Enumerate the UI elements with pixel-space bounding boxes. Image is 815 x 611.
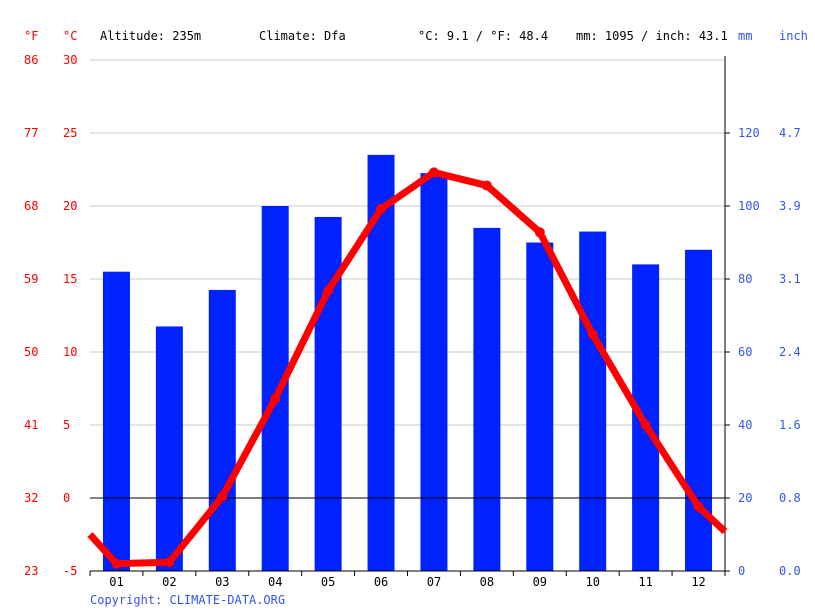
mm-tick-label: 120 bbox=[738, 126, 760, 140]
celsius-tick-label: 20 bbox=[63, 199, 77, 213]
celsius-tick-label: 15 bbox=[63, 272, 77, 286]
month-tick-label: 04 bbox=[268, 575, 282, 589]
average-temperature-label: °C: 9.1 / °F: 48.4 bbox=[418, 29, 548, 43]
month-tick-label: 12 bbox=[691, 575, 705, 589]
fahrenheit-tick-label: 32 bbox=[24, 491, 38, 505]
month-tick-label: 09 bbox=[533, 575, 547, 589]
month-tick-label: 07 bbox=[427, 575, 441, 589]
precipitation-bar bbox=[155, 326, 183, 571]
temperature-point bbox=[323, 285, 334, 296]
inch-tick-label: 1.6 bbox=[779, 418, 801, 432]
precipitation-bar bbox=[526, 242, 554, 571]
altitude-label: Altitude: 235m bbox=[100, 29, 201, 43]
unit-mm-label: mm bbox=[738, 29, 752, 43]
mm-tick-label: 0 bbox=[738, 564, 745, 578]
fahrenheit-tick-label: 59 bbox=[24, 272, 38, 286]
temperature-point bbox=[640, 420, 651, 430]
precipitation-bar bbox=[261, 206, 289, 571]
temperature-point bbox=[428, 167, 439, 178]
month-tick-label: 02 bbox=[162, 575, 176, 589]
month-tick-label: 11 bbox=[638, 575, 652, 589]
inch-tick-label: 2.4 bbox=[779, 345, 801, 359]
temperature-point bbox=[534, 227, 545, 238]
precipitation-bar bbox=[632, 264, 660, 571]
temperature-line bbox=[87, 168, 728, 568]
fahrenheit-tick-label: 50 bbox=[24, 345, 38, 359]
mm-tick-label: 80 bbox=[738, 272, 752, 286]
precipitation-bar bbox=[102, 271, 130, 571]
mm-tick-label: 100 bbox=[738, 199, 760, 213]
precipitation-bar bbox=[685, 249, 713, 572]
temperature-point bbox=[693, 501, 704, 512]
inch-tick-label: 0.0 bbox=[779, 564, 801, 578]
inch-tick-label: 0.8 bbox=[779, 491, 801, 505]
month-tick-label: 05 bbox=[321, 575, 335, 589]
mm-tick-label: 20 bbox=[738, 491, 752, 505]
precipitation-bar bbox=[579, 231, 607, 572]
precipitation-bar bbox=[420, 173, 448, 571]
month-tick-label: 01 bbox=[109, 575, 123, 589]
unit-inch-label: inch bbox=[779, 29, 808, 43]
fahrenheit-tick-label: 77 bbox=[24, 126, 38, 140]
precipitation-total-label: mm: 1095 / inch: 43.1 bbox=[576, 29, 728, 43]
temperature-point bbox=[217, 491, 228, 502]
inch-tick-label: 4.7 bbox=[779, 126, 801, 140]
precipitation-bar bbox=[473, 227, 501, 571]
climate-chart: 30862577206815591050541032-52301 02 03 04 05… bbox=[24, 29, 808, 607]
precipitation-bar bbox=[208, 289, 236, 571]
temperature-point bbox=[376, 203, 387, 214]
temperature-point bbox=[164, 557, 175, 568]
celsius-tick-label: 25 bbox=[63, 126, 77, 140]
temperature-point bbox=[481, 180, 492, 191]
unit-celsius-label: °C bbox=[63, 29, 77, 43]
inch-tick-label: 3.1 bbox=[779, 272, 801, 286]
fahrenheit-tick-label: 68 bbox=[24, 199, 38, 213]
mm-tick-label: 40 bbox=[738, 418, 752, 432]
fahrenheit-tick-label: 41 bbox=[24, 418, 38, 432]
inch-tick-label: 3.9 bbox=[779, 199, 801, 213]
celsius-tick-label: -5 bbox=[63, 564, 77, 578]
month-tick-label: 03 bbox=[215, 575, 229, 589]
celsius-tick-label: 30 bbox=[63, 53, 77, 67]
month-tick-label: 10 bbox=[585, 575, 599, 589]
celsius-tick-label: 10 bbox=[63, 345, 77, 359]
copyright-link[interactable]: Copyright: CLIMATE-DATA.ORG bbox=[90, 593, 285, 607]
month-tick-label: 08 bbox=[480, 575, 494, 589]
fahrenheit-tick-label: 23 bbox=[24, 564, 38, 578]
temperature-point bbox=[587, 329, 598, 340]
temperature-point bbox=[111, 558, 122, 569]
celsius-tick-label: 5 bbox=[63, 418, 70, 432]
temperature-point bbox=[270, 393, 281, 404]
month-tick-label: 06 bbox=[374, 575, 388, 589]
climate-label: Climate: Dfa bbox=[259, 29, 346, 43]
fahrenheit-tick-label: 86 bbox=[24, 53, 38, 67]
celsius-tick-label: 0 bbox=[63, 491, 70, 505]
mm-tick-label: 60 bbox=[738, 345, 752, 359]
unit-fahrenheit-label: °F bbox=[24, 29, 38, 43]
